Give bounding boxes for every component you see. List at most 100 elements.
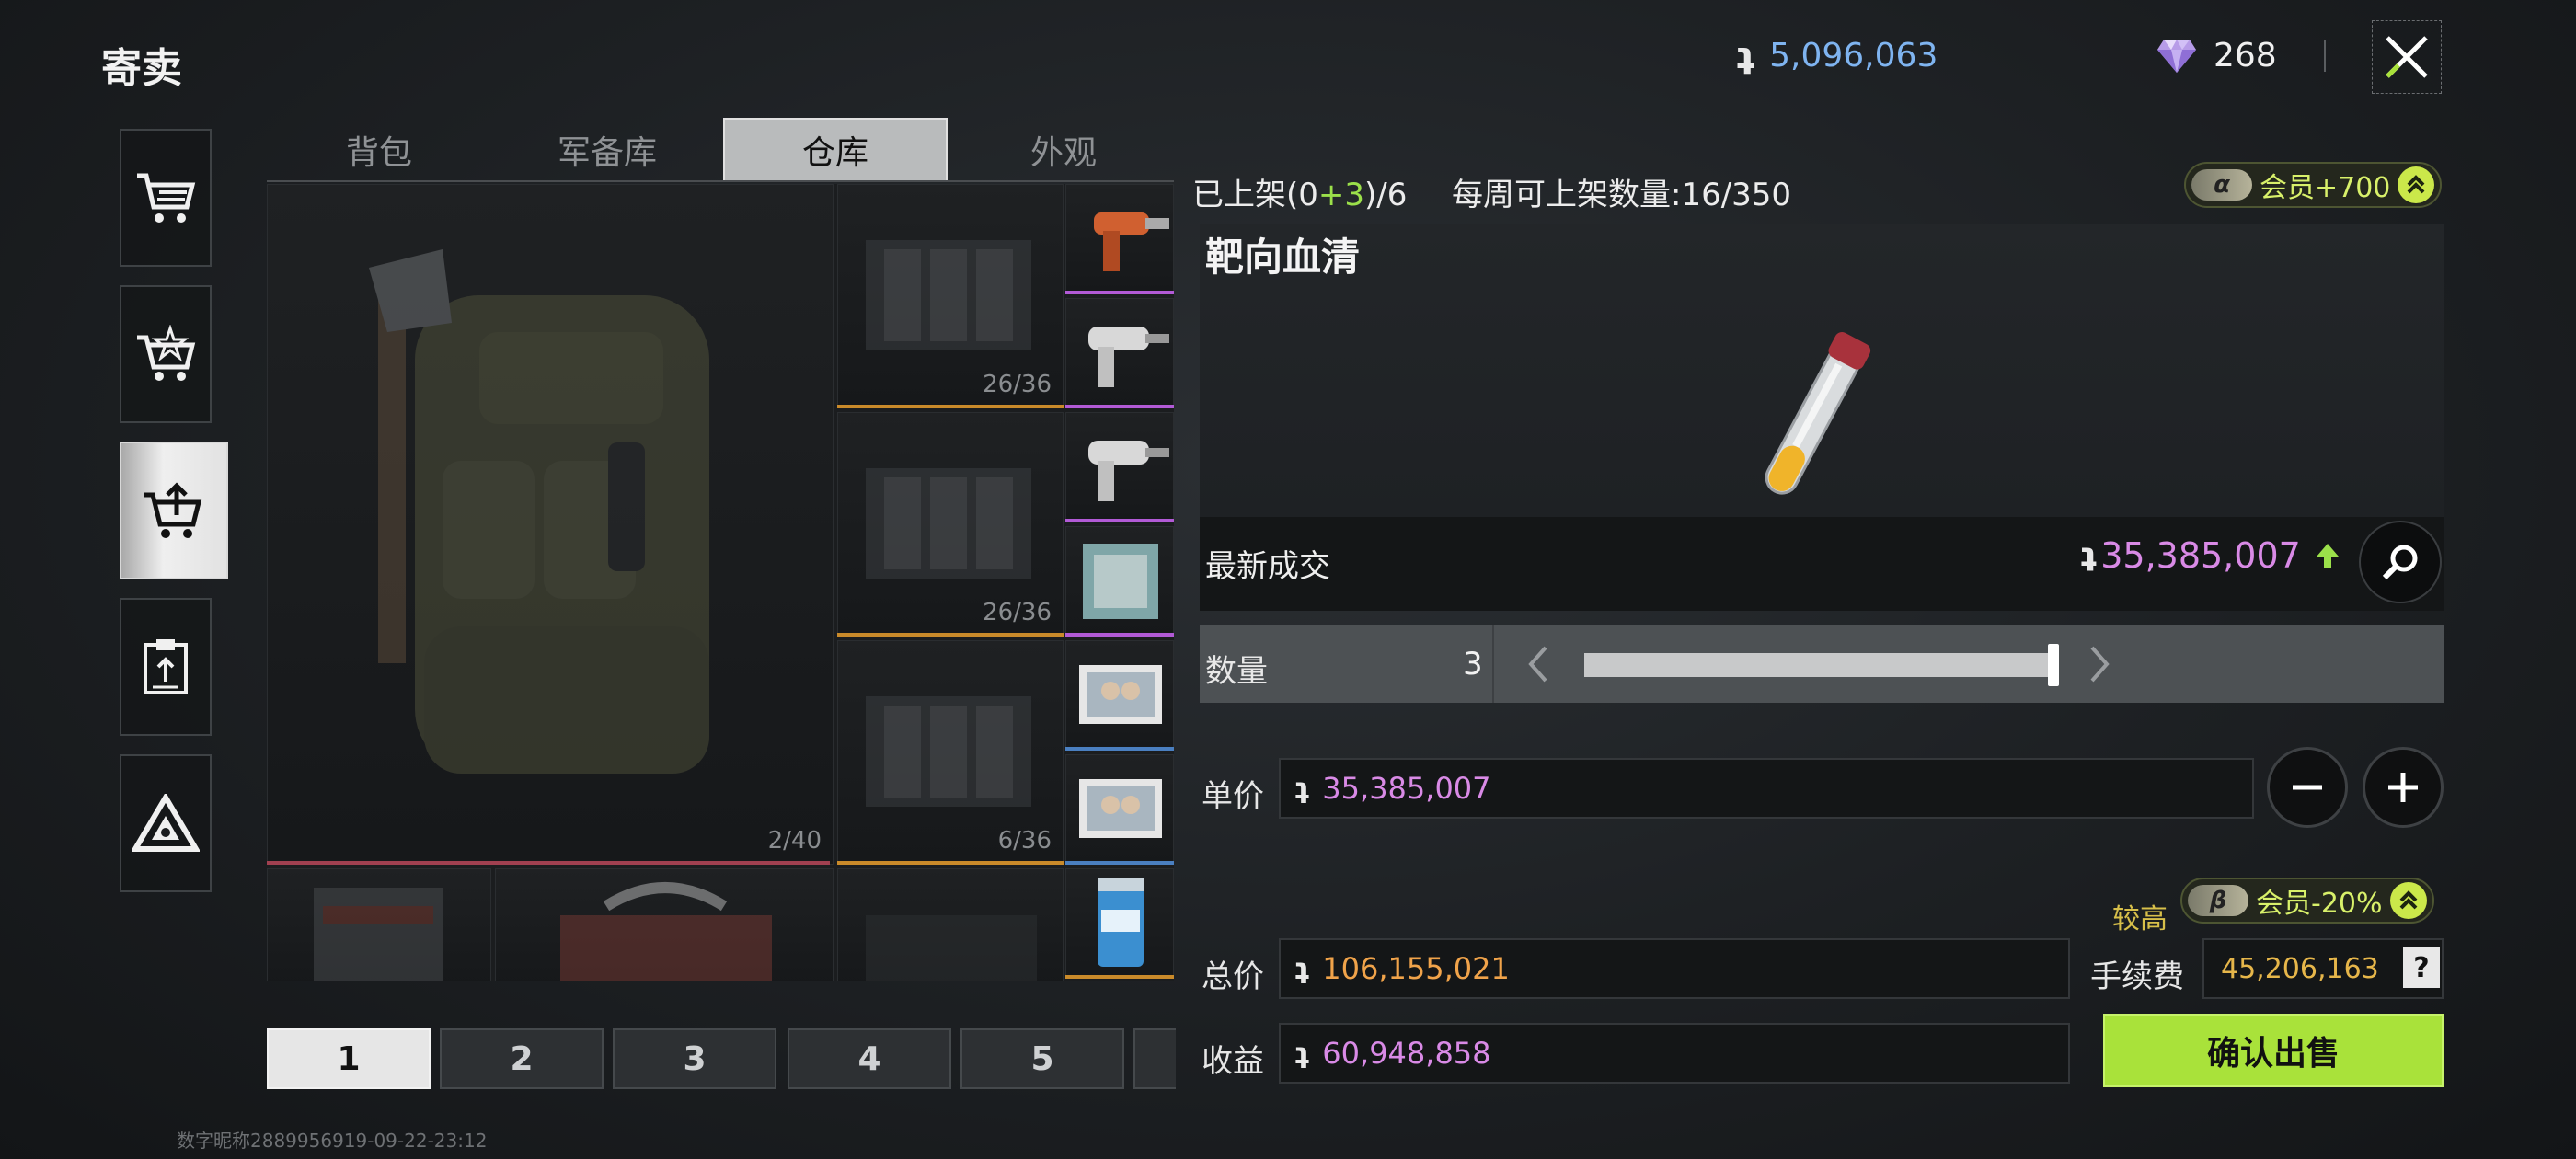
listed-suffix: )/6: [1364, 177, 1408, 213]
ammo-box-icon: [314, 888, 443, 981]
tab-armory[interactable]: 军备库: [495, 118, 719, 182]
income-value: 60,948,858: [1322, 1036, 1491, 1071]
trend-up-icon: [2316, 544, 2339, 568]
page-button-5[interactable]: 5: [960, 1028, 1124, 1089]
inventory-item-case[interactable]: [267, 868, 491, 981]
sidebar-item-delta[interactable]: [120, 754, 212, 892]
rarity-bar: [1065, 519, 1174, 522]
photo-frame-icon: [1079, 779, 1162, 838]
search-icon: [2382, 545, 2418, 580]
quantity-slider-thumb[interactable]: [2048, 644, 2059, 686]
page-button-3[interactable]: 3: [613, 1028, 776, 1089]
alpha-tag-icon: α: [2191, 169, 2252, 201]
inventory-item-rig[interactable]: 6/36: [837, 640, 1064, 865]
heat-gun-icon: [1094, 212, 1169, 271]
rarity-bar: [837, 405, 1064, 408]
item-name: 靶向血清: [1205, 235, 1361, 280]
rarity-bar: [837, 633, 1064, 637]
page-button-more[interactable]: [1133, 1028, 1176, 1089]
latest-deal-price: ʇ 35,385,007: [2081, 535, 2341, 576]
price-search-button[interactable]: [2359, 521, 2442, 603]
photo-frame-icon: [1079, 665, 1162, 724]
inventory-item-backpack[interactable]: 2/40: [267, 184, 834, 865]
inventory-item-heat-gun[interactable]: [1065, 184, 1174, 294]
page-title: 寄卖: [101, 45, 182, 92]
close-button[interactable]: [2372, 20, 2442, 94]
member-bonus-badge[interactable]: α 会员+700: [2184, 162, 2443, 208]
chevron-up-icon: [2398, 166, 2435, 203]
unit-price-label: 单价: [1202, 778, 1264, 815]
rig-count: 26/36: [983, 371, 1052, 398]
rarity-bar: [1065, 291, 1174, 294]
cart-icon: [137, 173, 196, 223]
close-icon: [2386, 36, 2428, 78]
plus-icon: [2388, 773, 2418, 802]
income-label: 收益: [1202, 1043, 1264, 1080]
inventory-item-rig[interactable]: 26/36: [837, 184, 1064, 408]
quantity-increase-arrow[interactable]: [2087, 644, 2112, 691]
listed-plus: +3: [1317, 177, 1365, 213]
member-discount-text: 会员-20%: [2256, 888, 2383, 920]
page-button-4[interactable]: 4: [788, 1028, 951, 1089]
inventory-item-glue-gun[interactable]: [1065, 412, 1174, 522]
fee-value: 45,206,163: [2221, 952, 2379, 985]
page-button-1[interactable]: 1: [267, 1028, 431, 1089]
help-button[interactable]: ?: [2403, 947, 2440, 988]
sidebar-item-market-buy[interactable]: [120, 129, 212, 267]
coin-icon: ʇ: [1737, 34, 1755, 77]
inventory-item-glue-gun[interactable]: [1065, 298, 1174, 408]
inventory-item-cpu[interactable]: [1065, 526, 1174, 637]
sidebar-item-market-bid[interactable]: [120, 285, 212, 423]
total-value: 106,155,021: [1322, 951, 1510, 986]
gem-display: 268: [2156, 37, 2277, 75]
coin-icon: ʇ: [1295, 771, 1310, 806]
rarity-bar: [1065, 975, 1174, 979]
price-increase-button[interactable]: [2363, 747, 2444, 828]
member-discount-badge[interactable]: β 会员-20%: [2180, 878, 2434, 924]
inventory-item-photo[interactable]: [1065, 754, 1174, 865]
clipboard-icon: [144, 639, 188, 694]
user-watermark: 数字昵称2889956919-09-22-23:12: [177, 1130, 488, 1152]
rarity-bar: [837, 861, 1064, 865]
tab-warehouse[interactable]: 仓库: [723, 118, 948, 182]
latest-deal-label: 最新成交: [1205, 548, 1330, 585]
tab-divider: [267, 180, 1174, 182]
sidebar-item-records[interactable]: [120, 598, 212, 736]
beta-tag-icon: β: [2188, 885, 2248, 916]
inventory-item-container[interactable]: [837, 868, 1064, 981]
triangle-icon: [132, 794, 200, 852]
cpu-chip-icon: [1083, 544, 1158, 619]
tab-appearance[interactable]: 外观: [951, 118, 1176, 182]
container-icon: [866, 915, 1037, 981]
unit-price-input[interactable]: ʇ 35,385,007: [1279, 758, 2254, 819]
backpack-count: 2/40: [767, 827, 822, 855]
gem-amount: 268: [2214, 37, 2277, 75]
fee-level: 较高: [2112, 903, 2168, 935]
serum-vial-icon: [1765, 332, 1871, 495]
currency-amount: 5,096,063: [1769, 37, 1938, 75]
inventory-item-rig[interactable]: 26/36: [837, 412, 1064, 637]
total-label: 总价: [1202, 958, 1264, 995]
income-field: ʇ 60,948,858: [1279, 1023, 2070, 1084]
medkit-icon: [560, 882, 772, 981]
currency-display: ʇ 5,096,063: [1737, 37, 1938, 75]
coin-icon: ʇ: [1295, 951, 1310, 986]
rarity-bar: [267, 861, 830, 865]
quantity-value: 3: [1463, 646, 1483, 683]
inventory-item-photo[interactable]: [1065, 640, 1174, 751]
rarity-bar: [1065, 861, 1174, 865]
rarity-bar: [1065, 633, 1174, 637]
sidebar-item-market-sell[interactable]: [120, 442, 228, 580]
diamond-icon: [2157, 39, 2196, 73]
confirm-sell-button[interactable]: 确认出售: [2103, 1014, 2444, 1087]
tab-backpack[interactable]: 背包: [267, 118, 491, 182]
rarity-bar: [1065, 747, 1174, 751]
price-decrease-button[interactable]: [2267, 747, 2348, 828]
inventory-grid[interactable]: 2/40 26/36 26/36 6/36: [267, 184, 1174, 981]
inventory-item-canister[interactable]: [1065, 868, 1174, 979]
page-button-2[interactable]: 2: [440, 1028, 604, 1089]
inventory-item-medkit[interactable]: [495, 868, 834, 981]
glue-gun-icon: [1088, 441, 1169, 501]
quantity-decrease-arrow[interactable]: [1525, 644, 1551, 691]
weekly-limit: 每周可上架数量:16/350: [1452, 177, 1792, 213]
